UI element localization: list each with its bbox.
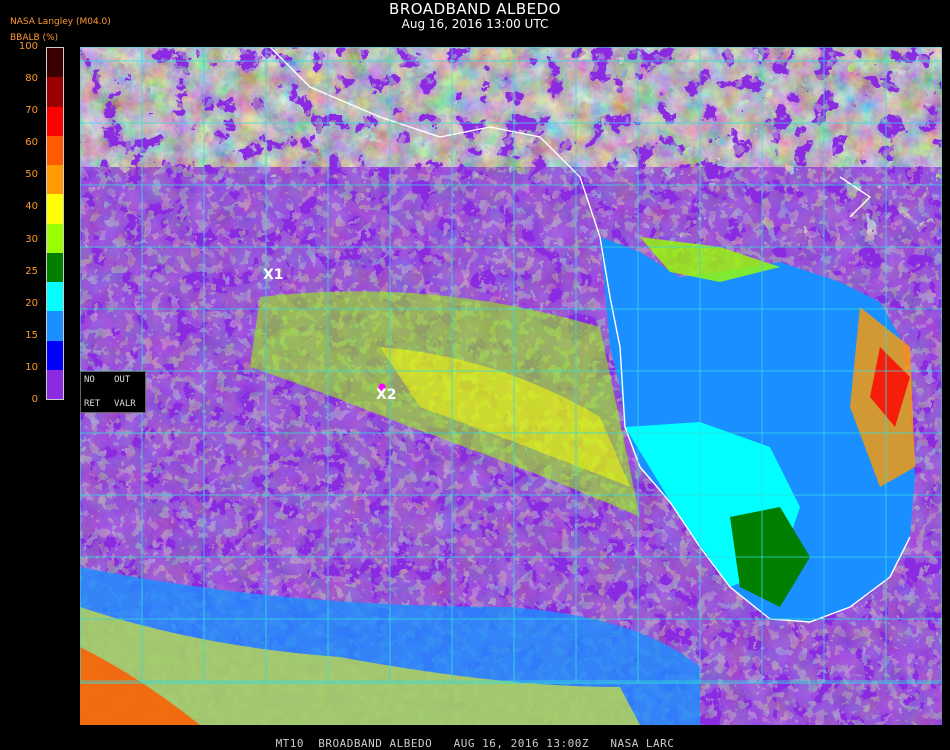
- colorbar-segment: [47, 252, 63, 282]
- marker-x2-label[interactable]: X2: [376, 387, 397, 403]
- colorbar-segment: [47, 48, 63, 78]
- colorbar-segment: [47, 77, 63, 107]
- satellite-map[interactable]: X1 X2: [80, 47, 942, 725]
- albedo-image: [80, 47, 942, 725]
- colorbar-segment: [47, 311, 63, 341]
- colorbar-tick-label: 40: [25, 201, 38, 213]
- footer-caption: MT10 BROADBAND ALBEDO AUG 16, 2016 13:00…: [275, 737, 675, 750]
- valr-button[interactable]: VALR: [114, 399, 136, 409]
- colorbar-tick-label: 50: [25, 169, 38, 181]
- no-button[interactable]: NO: [84, 375, 95, 385]
- colorbar-tick-label: 60: [25, 137, 38, 149]
- colorbar-segment: [47, 340, 63, 370]
- colorbar-tick-label: 20: [25, 297, 38, 309]
- colorbar-tick-label: 0: [31, 394, 38, 405]
- colorbar-segment: [47, 165, 63, 195]
- colorbar-tick-label: 80: [25, 73, 38, 85]
- colorbar-segment: [47, 223, 63, 253]
- data-source-label: NASA Langley (M04.0): [10, 17, 111, 27]
- timestamp: Aug 16, 2016 13:00 UTC: [401, 17, 549, 31]
- convection-cores: [680, 47, 942, 247]
- colorbar-tick-label: 70: [25, 105, 38, 117]
- colorbar-segment: [47, 194, 63, 224]
- colorbar-segment: [47, 135, 63, 165]
- page-title: BROADBAND ALBEDO: [389, 0, 561, 18]
- colorbar-tick-label: 100: [18, 41, 38, 52]
- colorbar-segment: [47, 106, 63, 136]
- colorbar-tick-label: 10: [25, 361, 38, 373]
- ret-button[interactable]: RET: [84, 399, 100, 409]
- out-button[interactable]: OUT: [114, 375, 130, 385]
- marker-x1-label[interactable]: X1: [263, 267, 284, 283]
- colorbar-segment: [47, 282, 63, 312]
- colorbar-tick-label: 30: [25, 233, 38, 245]
- colorbar-tick-label: 15: [25, 329, 38, 341]
- colorbar-segment: [47, 369, 63, 399]
- colorbar-tick-label: 25: [25, 265, 38, 277]
- control-panel: NO OUT RET VALR: [80, 371, 146, 413]
- colorbar: [46, 47, 64, 400]
